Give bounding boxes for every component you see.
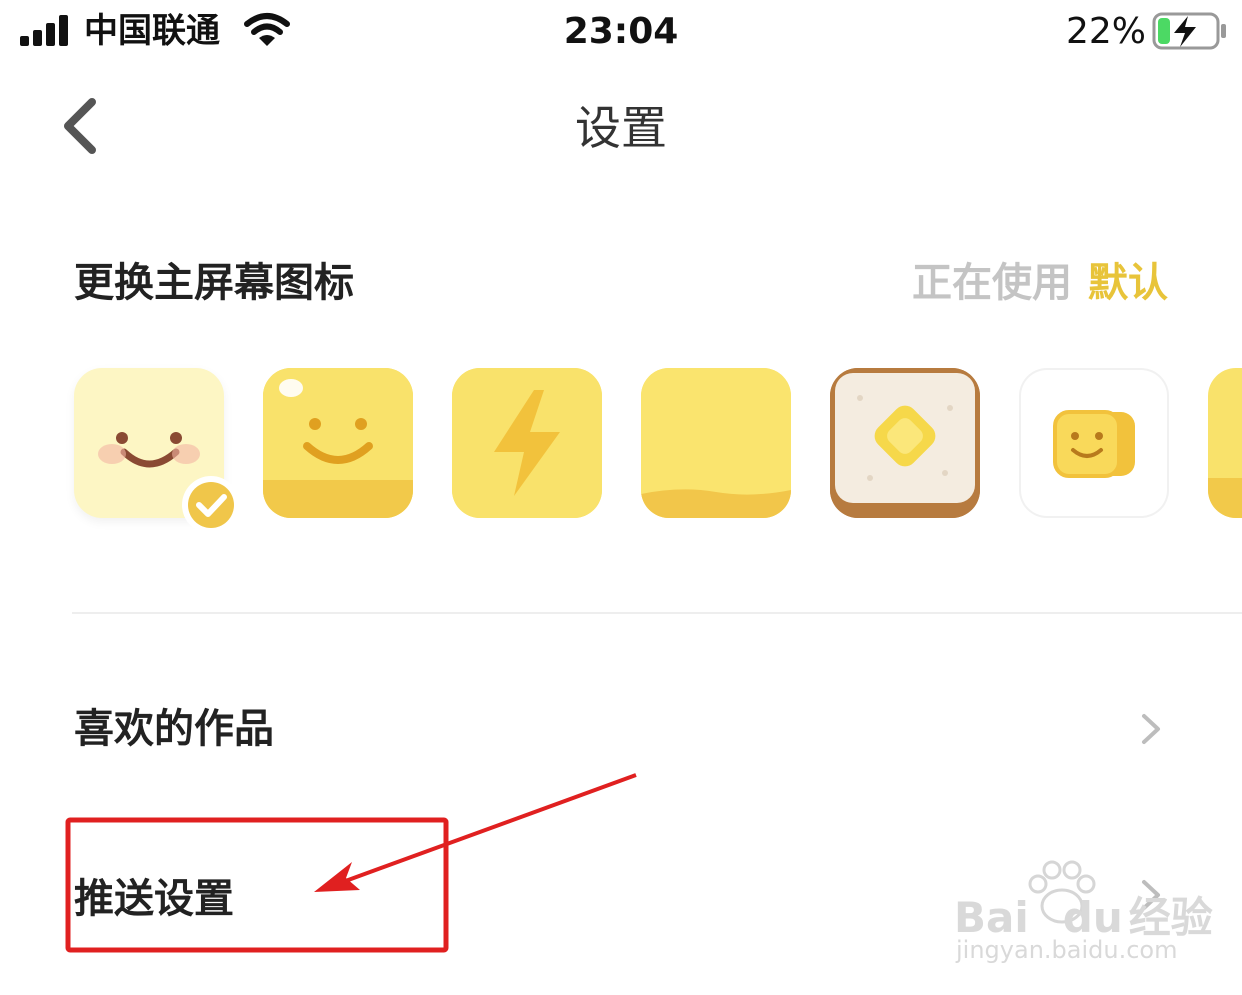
change-icon-label: 更换主屏幕图标	[74, 260, 354, 306]
plain-yellow-graphic	[641, 368, 791, 518]
battery-percent: 22%	[1066, 11, 1147, 52]
yellow-smile-icon[interactable]	[263, 368, 413, 518]
toast-graphic	[830, 368, 980, 518]
yellow-block-smile-icon[interactable]	[1019, 368, 1169, 518]
toast-butter-icon[interactable]	[830, 368, 980, 518]
selected-check-icon	[180, 474, 242, 536]
favorites-row[interactable]: 喜欢的作品	[0, 690, 1242, 770]
watermark-brand-part1: Bai	[954, 893, 1029, 942]
yellow-smile-graphic	[263, 368, 413, 518]
watermark-url: jingyan.baidu.com	[956, 936, 1178, 964]
status-prefix: 正在使用	[912, 260, 1072, 306]
page-title: 设置	[575, 101, 667, 155]
status-value: 默认	[1088, 260, 1168, 306]
favorites-label: 喜欢的作品	[74, 706, 274, 752]
current-icon-status: 正在使用 默认	[912, 258, 1168, 308]
section-divider	[72, 612, 1242, 614]
block-smile-graphic	[1053, 410, 1135, 478]
push-settings-label: 推送设置	[74, 876, 234, 922]
clock: 23:04	[563, 11, 679, 52]
watermark-brand-cn: 经验	[1128, 893, 1213, 942]
plain-yellow-icon[interactable]	[641, 368, 791, 518]
partial-yellow-icon[interactable]	[1208, 368, 1242, 518]
chevron-right-icon	[1142, 714, 1160, 744]
watermark-brand-part2: du	[1062, 893, 1123, 942]
lightning-icon[interactable]	[452, 368, 602, 518]
lightning-graphic	[452, 368, 602, 518]
battery-charging-icon	[1152, 12, 1226, 50]
